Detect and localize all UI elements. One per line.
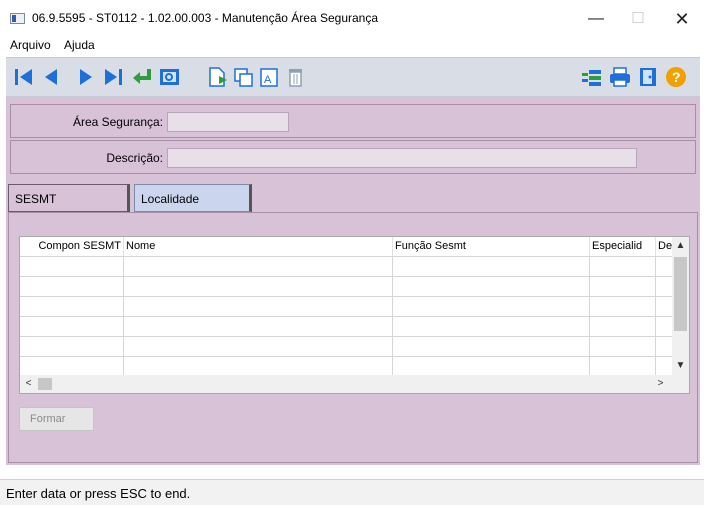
svg-text:?: ? [672, 69, 681, 85]
previous-record-icon[interactable] [40, 66, 64, 88]
table-row[interactable] [20, 276, 673, 296]
new-record-icon[interactable] [206, 66, 230, 88]
delete-icon[interactable] [284, 66, 308, 88]
svg-text:A: A [264, 74, 272, 86]
table-row[interactable] [20, 336, 673, 356]
table-row[interactable] [20, 316, 673, 336]
status-bar: Enter data or press ESC to end. [0, 479, 704, 505]
area-seguranca-label: Área Segurança: [72, 115, 163, 129]
sesmt-grid[interactable]: Compon SESMT Nome Função Sesmt Especiali… [19, 236, 690, 394]
maximize-button[interactable]: ☐ [618, 6, 658, 32]
last-record-icon[interactable] [102, 66, 126, 88]
print-icon[interactable] [608, 66, 632, 88]
close-button[interactable]: ✕ [662, 6, 702, 32]
formar-button[interactable]: Formar [19, 407, 94, 431]
help-icon[interactable]: ? [664, 66, 688, 88]
status-text: Enter data or press ESC to end. [6, 486, 191, 501]
grid-header: Compon SESMT Nome Função Sesmt Especiali… [20, 237, 673, 256]
form-panel: Área Segurança: Descrição: SESMT Localid… [6, 97, 700, 465]
vertical-scroll-thumb[interactable] [674, 257, 687, 331]
toolbar: A ? [6, 57, 700, 97]
table-row[interactable] [20, 256, 673, 276]
menu-arquivo[interactable]: Arquivo [10, 38, 51, 52]
copy-icon[interactable] [232, 66, 256, 88]
area-seguranca-group: Área Segurança: [10, 104, 696, 138]
column-header-de[interactable]: De [656, 237, 673, 256]
tab-panel-sesmt: Compon SESMT Nome Função Sesmt Especiali… [8, 212, 698, 463]
column-header-funcao-sesmt[interactable]: Função Sesmt [393, 237, 590, 256]
scroll-up-arrow-icon[interactable]: ▲ [672, 237, 689, 255]
table-row[interactable] [20, 356, 673, 376]
horizontal-scroll-thumb[interactable] [38, 378, 52, 390]
first-record-icon[interactable] [12, 66, 36, 88]
next-record-icon[interactable] [74, 66, 98, 88]
scroll-down-arrow-icon[interactable]: ▼ [672, 357, 689, 375]
exit-door-icon[interactable] [636, 66, 660, 88]
menu-ajuda[interactable]: Ajuda [64, 38, 95, 52]
descricao-label: Descrição: [106, 151, 163, 165]
column-header-compon-sesmt[interactable]: Compon SESMT [20, 237, 124, 256]
descricao-input[interactable] [167, 148, 637, 168]
window-title: 06.9.5595 - ST0112 - 1.02.00.003 - Manut… [32, 11, 379, 25]
minimize-button[interactable]: — [576, 6, 616, 32]
column-header-nome[interactable]: Nome [124, 237, 393, 256]
edit-icon[interactable]: A [258, 66, 282, 88]
vertical-scrollbar[interactable]: ▲ ▼ [672, 237, 689, 375]
list-icon[interactable] [580, 66, 604, 88]
return-icon[interactable] [130, 66, 154, 88]
search-icon[interactable] [158, 66, 182, 88]
scroll-right-arrow-icon[interactable]: > [652, 375, 669, 393]
column-header-especialid[interactable]: Especialid [590, 237, 656, 256]
tab-localidade[interactable]: Localidade [134, 184, 252, 212]
app-icon [10, 13, 25, 24]
descricao-group: Descrição: [10, 140, 696, 174]
horizontal-scrollbar[interactable]: < > [20, 375, 689, 393]
menu-bar: Arquivo Ajuda [0, 36, 704, 56]
table-row[interactable] [20, 296, 673, 316]
title-bar: 06.9.5595 - ST0112 - 1.02.00.003 - Manut… [0, 0, 704, 36]
scroll-left-arrow-icon[interactable]: < [20, 375, 37, 393]
grid-body [20, 256, 673, 376]
area-seguranca-input[interactable] [167, 112, 289, 132]
tab-sesmt[interactable]: SESMT [8, 184, 130, 212]
